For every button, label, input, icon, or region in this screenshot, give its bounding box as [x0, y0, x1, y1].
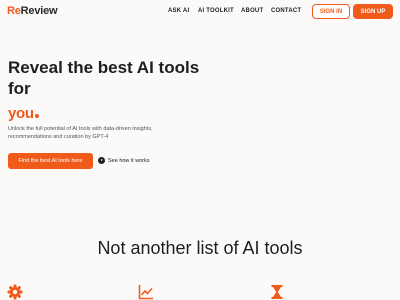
highlight-dot	[34, 114, 39, 118]
sign-up-button[interactable]: SIGN UP	[353, 4, 393, 19]
hero-highlight: you	[8, 105, 39, 122]
hero-subtitle: Unlock the full potential of AI tools wi…	[8, 126, 153, 140]
features-title: Not another list of AI tools	[97, 238, 303, 258]
brand-logo[interactable]: ReReview	[7, 5, 58, 17]
hero-headline: Reveal the best AI tools for	[8, 58, 200, 98]
see-how-link[interactable]: See how it works	[98, 157, 150, 164]
hourglass-icon	[271, 285, 283, 299]
play-icon	[98, 157, 105, 164]
see-how-label: See how it works	[108, 157, 150, 164]
chart-icon	[138, 285, 153, 300]
nav-link-about[interactable]: ABOUT	[241, 8, 263, 14]
nav-link-ai-toolkit[interactable]: AI TOOLKIT	[198, 8, 234, 14]
logo-prefix: Re	[7, 5, 21, 17]
gear-icon	[7, 284, 23, 300]
top-navbar: ReReview ASK AI AI TOOLKIT ABOUT CONTACT…	[0, 0, 400, 24]
nav-link-ask-ai[interactable]: ASK AI	[168, 8, 189, 14]
nav-link-contact[interactable]: CONTACT	[271, 8, 301, 14]
find-tools-button[interactable]: Find the best AI tools here	[8, 153, 93, 169]
highlight-word: you	[8, 105, 34, 122]
logo-suffix: Review	[20, 5, 58, 17]
sign-in-button[interactable]: SIGN IN	[312, 4, 350, 19]
